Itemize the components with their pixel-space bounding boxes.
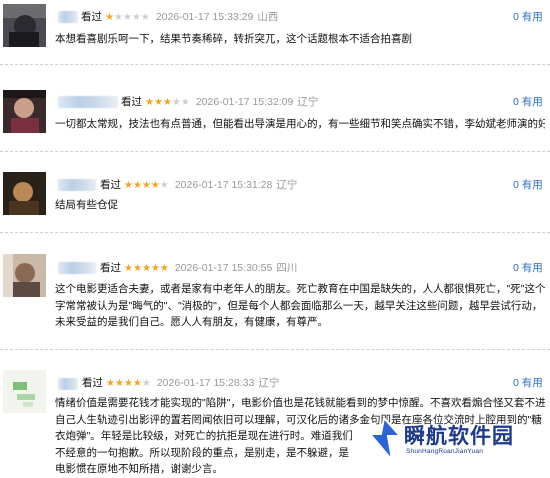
star-empty-icon: ★ (131, 12, 141, 23)
avatar[interactable] (3, 370, 46, 413)
review-meta: 看过 ★★★★★ 2026-01-17 15:32:09 辽宁 (121, 95, 318, 110)
watermark-title: 瞬航软件园 (404, 424, 514, 448)
username-blurred[interactable] (58, 11, 78, 23)
star-filled-icon: ★ (162, 97, 172, 108)
star-empty-icon: ★ (180, 97, 190, 108)
divider (0, 232, 550, 233)
avatar[interactable] (3, 90, 46, 133)
avatar[interactable] (3, 254, 46, 297)
star-filled-icon: ★ (132, 180, 142, 191)
useful-button[interactable]: 0 有用 (513, 10, 543, 24)
rating-stars: ★★★★★ (145, 97, 190, 108)
review-location: 辽宁 (276, 179, 298, 191)
rating-stars: ★★★★★ (105, 12, 150, 23)
watch-status: 看过 (82, 377, 103, 389)
review-text-line: 未来受益的是我们自己。愿人人有朋友，有健康，有尊严。 (55, 316, 328, 328)
star-filled-icon: ★ (105, 12, 114, 23)
star-filled-icon: ★ (159, 263, 169, 274)
divider (0, 151, 550, 152)
watch-status: 看过 (100, 262, 121, 274)
useful-label: 有用 (521, 377, 543, 389)
star-filled-icon: ★ (123, 378, 133, 389)
star-empty-icon: ★ (141, 378, 151, 389)
star-filled-icon: ★ (141, 263, 151, 274)
review-meta: 看过 ★★★★★ 2026-01-17 15:31:28 辽宁 (100, 178, 297, 193)
useful-count: 0 (513, 262, 519, 274)
rating-stars: ★★★★★ (124, 263, 169, 274)
username-blurred[interactable] (58, 262, 96, 274)
useful-button[interactable]: 0 有用 (513, 261, 543, 275)
star-filled-icon: ★ (153, 97, 163, 108)
review-text-line: 字常常被认为是"晦气的"、"消极的"，但是每个人都会面临那么一天，越早关注这些问… (55, 299, 543, 312)
avatar[interactable] (3, 4, 46, 47)
review-location: 山西 (257, 11, 279, 23)
review-time: 2026-01-17 15:31:28 (174, 179, 273, 191)
useful-count: 0 (513, 96, 519, 108)
divider (0, 349, 550, 350)
useful-label: 有用 (521, 262, 543, 274)
useful-count: 0 (513, 377, 519, 389)
username-blurred[interactable] (58, 179, 96, 191)
review-content: 一切都太常规，技法也有点普通，但能看出导演是用心的，有一些细节和笑点确实不错，李… (55, 116, 545, 133)
useful-button[interactable]: 0 有用 (513, 376, 543, 390)
review-time: 2026-01-17 15:32:09 (195, 96, 294, 108)
star-filled-icon: ★ (145, 97, 154, 108)
useful-button[interactable]: 0 有用 (513, 95, 543, 109)
review-time: 2026-01-17 15:30:55 (174, 262, 273, 274)
star-empty-icon: ★ (113, 12, 123, 23)
useful-label: 有用 (521, 96, 543, 108)
watch-status: 看过 (81, 11, 102, 23)
watch-status: 看过 (100, 179, 121, 191)
useful-label: 有用 (521, 11, 543, 23)
star-filled-icon: ★ (150, 180, 160, 191)
review-time: 2026-01-17 15:28:33 (156, 377, 255, 389)
star-empty-icon: ★ (171, 97, 181, 108)
rating-stars: ★★★★★ (124, 180, 169, 191)
divider (0, 64, 550, 65)
useful-count: 0 (513, 179, 519, 191)
username-blurred[interactable] (58, 378, 78, 390)
rating-stars: ★★★★★ (106, 378, 151, 389)
review-text-line: 结局有些仓促 (55, 199, 118, 211)
review-meta: 看过 ★★★★★ 2026-01-17 15:28:33 辽宁 (82, 376, 279, 391)
star-filled-icon: ★ (114, 378, 124, 389)
useful-button[interactable]: 0 有用 (513, 178, 543, 192)
review-meta: 看过 ★★★★★ 2026-01-17 15:30:55 四川 (100, 261, 297, 276)
star-empty-icon: ★ (140, 12, 150, 23)
review-time: 2026-01-17 15:33:29 (155, 11, 254, 23)
avatar[interactable] (3, 172, 46, 215)
star-empty-icon: ★ (159, 180, 169, 191)
review-content: 这个电影更适合夫妻，或者是家有中老年人的朋友。死亡教育在中国是缺失的，人人都很惧… (55, 281, 545, 331)
star-filled-icon: ★ (106, 378, 115, 389)
star-filled-icon: ★ (132, 263, 142, 274)
review-location: 四川 (276, 262, 298, 274)
username-blurred[interactable] (58, 96, 118, 108)
review-location: 辽宁 (297, 96, 319, 108)
review-content: 结局有些仓促 (55, 197, 545, 214)
watch-status: 看过 (121, 96, 142, 108)
useful-count: 0 (513, 11, 519, 23)
review-meta: 看过 ★★★★★ 2026-01-17 15:33:29 山西 (81, 10, 278, 25)
star-filled-icon: ★ (124, 180, 133, 191)
useful-label: 有用 (521, 179, 543, 191)
watermark-subtitle: ShunHangRuanJianYuan (406, 448, 484, 455)
watermark-logo: 瞬航软件园 ShunHangRuanJianYuan (360, 410, 550, 470)
logo-icon (367, 415, 403, 464)
star-filled-icon: ★ (150, 263, 160, 274)
review-content: 本想看喜剧乐呵一下，结果节奏稀碎，转折突兀，这个话题根本不适合拍喜剧 (55, 31, 545, 48)
review-text-line: 本想看喜剧乐呵一下，结果节奏稀碎，转折突兀，这个话题根本不适合拍喜剧 (55, 33, 412, 45)
star-filled-icon: ★ (132, 378, 142, 389)
review-text-line: 一切都太常规，技法也有点普通，但能看出导演是用心的，有一些细节和笑点确实不错，李… (55, 118, 545, 130)
star-empty-icon: ★ (122, 12, 132, 23)
review-location: 辽宁 (258, 377, 280, 389)
star-filled-icon: ★ (141, 180, 151, 191)
review-text-line: 这个电影更适合夫妻，或者是家有中老年人的朋友。死亡教育在中国是缺失的，人人都很惧… (55, 283, 545, 295)
star-filled-icon: ★ (124, 263, 133, 274)
